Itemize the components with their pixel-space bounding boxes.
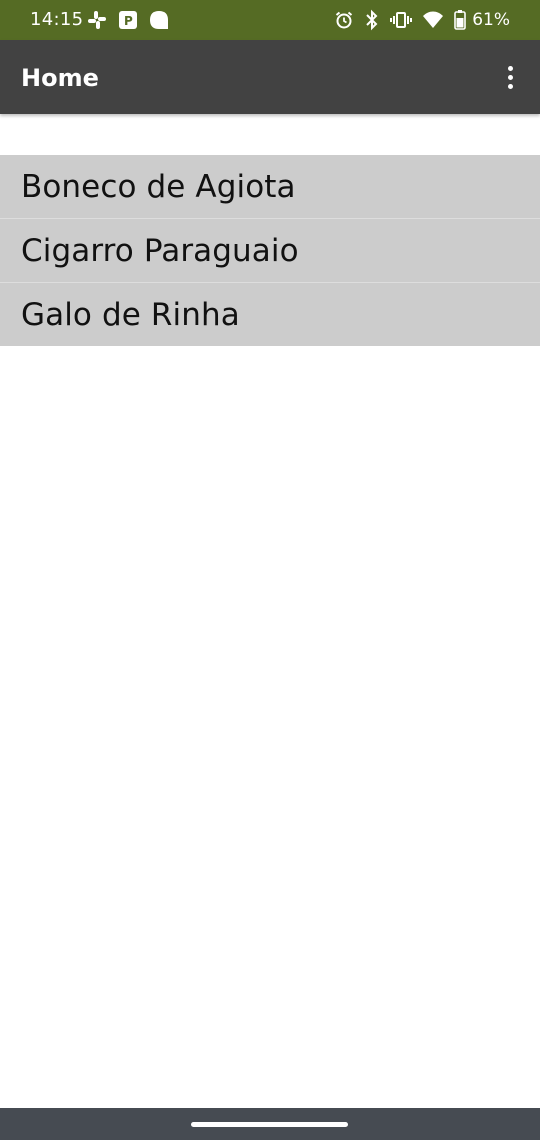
app-bar: Home — [0, 40, 540, 114]
status-time: 14:15 — [30, 9, 84, 30]
battery-icon — [454, 10, 467, 30]
menu-dot — [507, 83, 513, 89]
home-gesture-handle[interactable] — [191, 1122, 348, 1127]
list-item-label: Cigarro Paraguaio — [21, 232, 299, 269]
list-item-galo-de-rinha[interactable]: Galo de Rinha — [0, 283, 540, 346]
menu-dot — [507, 65, 513, 71]
list-item-cigarro-paraguaio[interactable]: Cigarro Paraguaio — [0, 219, 540, 283]
list-item-boneco-de-agiota[interactable]: Boneco de Agiota — [0, 155, 540, 219]
slack-icon — [86, 9, 108, 31]
more-vertical-icon[interactable] — [498, 62, 522, 92]
wifi-icon — [422, 11, 444, 29]
parking-icon: P — [118, 10, 138, 30]
list-item-label: Galo de Rinha — [21, 296, 240, 333]
svg-text:P: P — [124, 14, 133, 28]
navigation-bar — [0, 1108, 540, 1140]
menu-dot — [507, 74, 513, 80]
page-title: Home — [21, 64, 99, 92]
bluetooth-icon — [364, 9, 380, 31]
list-item-label: Boneco de Agiota — [21, 168, 296, 205]
status-left-icons: P — [86, 9, 170, 31]
battery-percentage: 61% — [472, 10, 510, 30]
status-bar: 14:15 P 61% — [0, 0, 540, 40]
alarm-icon — [334, 10, 354, 30]
notification-blob-icon — [148, 9, 170, 31]
status-right-icons: 61% — [334, 9, 510, 31]
item-list: Boneco de Agiota Cigarro Paraguaio Galo … — [0, 155, 540, 346]
vibrate-icon — [390, 10, 413, 30]
